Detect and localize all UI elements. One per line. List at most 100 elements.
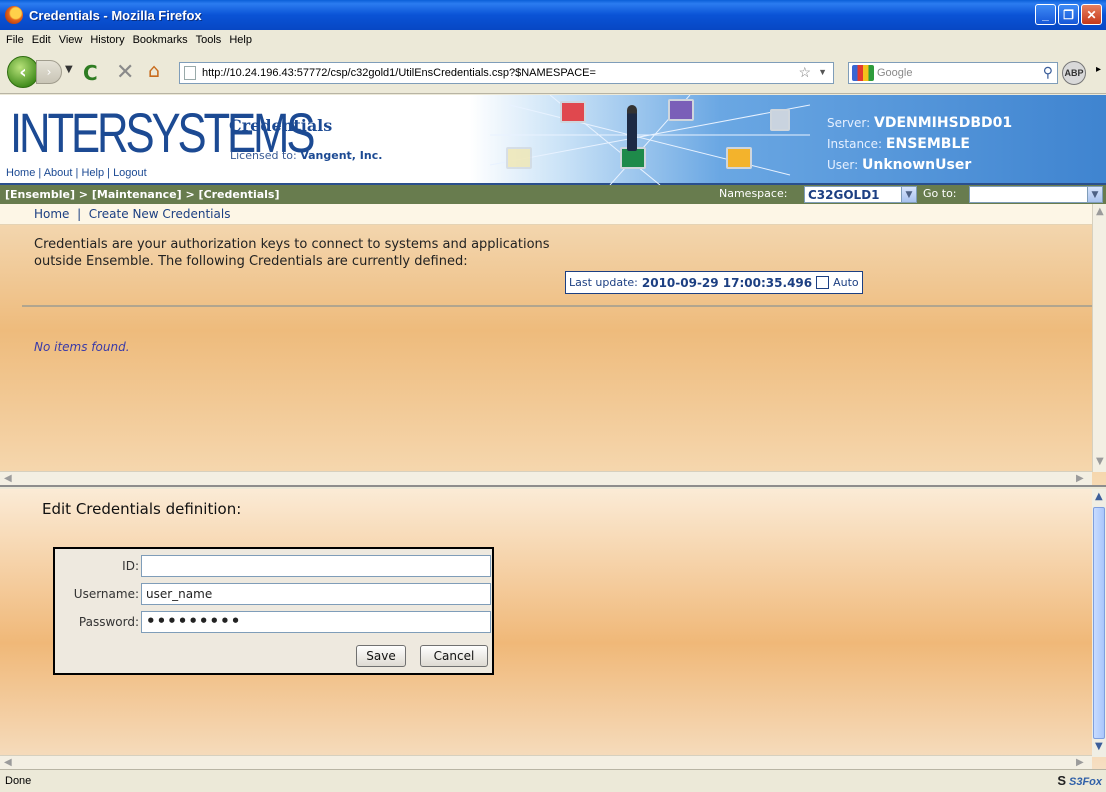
instance-value: ENSEMBLE: [885, 136, 970, 152]
address-bar[interactable]: http://10.24.196.43:57772/csp/c32gold1/U…: [179, 62, 834, 84]
network-lines: [489, 94, 811, 186]
id-input[interactable]: [141, 555, 491, 577]
bookmark-star-icon[interactable]: ☆: [798, 64, 811, 81]
namespace-select[interactable]: C32GOLD1 ▼: [804, 186, 917, 203]
horizontal-scrollbar[interactable]: ◀ ▶: [0, 471, 1092, 485]
monitor-purple-icon: [668, 99, 694, 121]
scroll-right-icon[interactable]: ▶: [1076, 473, 1084, 484]
scroll-left-icon[interactable]: ◀: [4, 757, 12, 768]
last-update-label: Last update:: [569, 276, 638, 289]
firefox-icon: [5, 6, 23, 24]
link-logout[interactable]: Logout: [113, 167, 147, 179]
scroll-down-icon[interactable]: ▼: [1095, 741, 1103, 752]
menu-file[interactable]: File: [6, 34, 24, 46]
divider: [22, 305, 1092, 307]
edit-title: Edit Credentials definition:: [42, 500, 242, 518]
credentials-form: ID: Username: user_name Password: ••••••…: [53, 547, 494, 675]
password-input[interactable]: •••••••••: [141, 611, 491, 633]
home-icon[interactable]: ⌂: [148, 60, 160, 82]
chevron-down-icon[interactable]: ▼: [901, 187, 916, 202]
last-update-value: 2010-09-29 17:00:35.496: [641, 275, 813, 290]
page-icon: [184, 66, 196, 80]
menu-view[interactable]: View: [59, 34, 83, 46]
link-about[interactable]: About: [44, 167, 73, 179]
s3fox-addon[interactable]: S S3Fox: [1057, 773, 1102, 788]
network-illustration: [489, 94, 811, 186]
window-titlebar: Credentials - Mozilla Firefox _ ❐ ✕: [0, 0, 1106, 30]
goto-select[interactable]: ▼: [969, 186, 1103, 203]
banner-links: Home | About | Help | Logout: [6, 167, 147, 179]
link-home[interactable]: Home: [6, 167, 35, 179]
password-row: Password: •••••••••: [55, 611, 496, 633]
s3fox-label: S3Fox: [1068, 776, 1102, 788]
scroll-up-icon[interactable]: ▲: [1095, 491, 1103, 502]
adblock-plus-icon[interactable]: ABP: [1062, 61, 1086, 85]
user-label: User:: [827, 158, 859, 172]
id-row: ID:: [55, 555, 496, 577]
username-input[interactable]: user_name: [141, 583, 491, 605]
namespace-label: Namespace:: [719, 187, 788, 200]
licensed-value: Vangent, Inc.: [300, 149, 383, 162]
monitor-yellow-icon: [726, 147, 752, 169]
last-update-box: Last update: 2010-09-29 17:00:35.496 Aut…: [565, 271, 863, 294]
maximize-button[interactable]: ❐: [1058, 4, 1079, 25]
password-label: Password:: [78, 615, 139, 629]
back-button[interactable]: ‹: [7, 56, 39, 88]
s3fox-icon: S: [1057, 773, 1066, 788]
namespace-value: C32GOLD1: [808, 188, 880, 202]
search-placeholder: Google: [877, 67, 913, 79]
navigation-toolbar: ‹ › ▼ C ✕ ⌂ http://10.24.196.43:57772/cs…: [0, 50, 1106, 94]
auto-checkbox[interactable]: [816, 276, 830, 289]
window-title: Credentials - Mozilla Firefox: [29, 7, 202, 23]
server-value: VDENMIHSDBD01: [874, 115, 1013, 131]
cancel-button[interactable]: Cancel: [420, 645, 488, 667]
chevron-down-icon[interactable]: ▼: [1087, 187, 1102, 202]
google-icon[interactable]: [852, 65, 874, 81]
scroll-right-icon[interactable]: ▶: [1076, 757, 1084, 768]
status-text: Done: [5, 775, 32, 787]
search-icon[interactable]: ⚲: [1043, 64, 1053, 81]
search-bar[interactable]: Google ⚲: [848, 62, 1058, 84]
app-banner: INTERSYSTEMS Home | About | Help | Logou…: [0, 94, 1106, 186]
menu-bookmarks[interactable]: Bookmarks: [133, 34, 188, 46]
menu-edit[interactable]: Edit: [32, 34, 51, 46]
server-info: Server: VDENMIHSDBD01 Instance: ENSEMBLE…: [827, 113, 1012, 176]
auto-label: Auto: [833, 276, 859, 289]
save-button[interactable]: Save: [356, 645, 406, 667]
nav-create-link[interactable]: Create New Credentials: [89, 207, 231, 221]
close-button[interactable]: ✕: [1081, 4, 1102, 25]
minimize-button[interactable]: _: [1035, 4, 1056, 25]
stop-icon[interactable]: ✕: [116, 60, 134, 85]
vertical-scrollbar[interactable]: ▲ ▼: [1092, 489, 1106, 757]
scroll-left-icon[interactable]: ◀: [4, 473, 12, 484]
toolbar-overflow-icon[interactable]: ▸: [1096, 64, 1101, 75]
vertical-scrollbar[interactable]: ▲ ▼: [1092, 204, 1106, 472]
menu-help[interactable]: Help: [229, 34, 252, 46]
scroll-down-icon[interactable]: ▼: [1096, 456, 1104, 467]
menu-tools[interactable]: Tools: [196, 34, 222, 46]
breadcrumb-bar: [Ensemble] > [Maintenance] > [Credential…: [0, 185, 1106, 204]
nav-home-link[interactable]: Home: [34, 207, 69, 221]
intro-text: Credentials are your authorization keys …: [34, 237, 550, 269]
url-dropdown-icon[interactable]: ▼: [818, 67, 827, 77]
address-text[interactable]: http://10.24.196.43:57772/csp/c32gold1/U…: [202, 67, 596, 79]
licensed-label: Licensed to:: [230, 149, 297, 162]
reload-icon[interactable]: C: [83, 61, 98, 85]
person-figure: [627, 105, 637, 151]
monitor-pale-icon: [506, 147, 532, 169]
forward-button[interactable]: ›: [36, 60, 62, 84]
username-row: Username: user_name: [55, 583, 496, 605]
link-help[interactable]: Help: [81, 167, 104, 179]
goto-label: Go to:: [923, 187, 957, 200]
empty-message: No items found.: [34, 340, 130, 354]
horizontal-scrollbar[interactable]: ◀ ▶: [0, 755, 1092, 769]
user-value: UnknownUser: [862, 157, 972, 173]
scroll-up-icon[interactable]: ▲: [1096, 206, 1104, 217]
history-dropdown-icon[interactable]: ▼: [65, 64, 73, 75]
menu-history[interactable]: History: [90, 34, 124, 46]
monitor-gray-icon: [770, 109, 790, 131]
breadcrumb[interactable]: [Ensemble] > [Maintenance] > [Credential…: [5, 188, 279, 201]
scroll-thumb[interactable]: [1093, 507, 1105, 739]
menu-bar: File Edit View History Bookmarks Tools H…: [0, 30, 1106, 50]
window-controls: _ ❐ ✕: [1035, 4, 1102, 25]
